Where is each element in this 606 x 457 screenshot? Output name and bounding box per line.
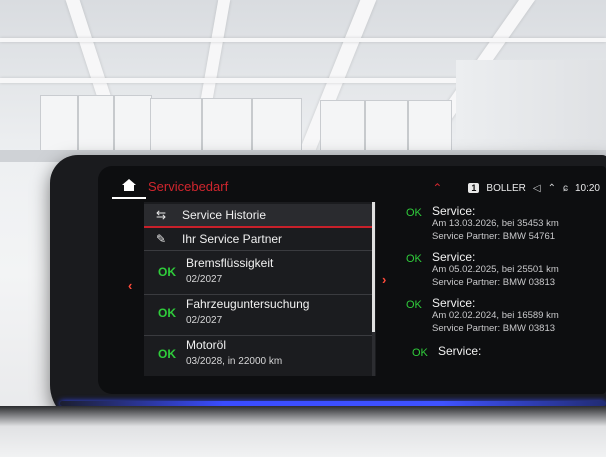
right-arrow-button[interactable]: › [382, 272, 386, 287]
signal-icon: ⌃ [547, 182, 556, 194]
service-partner-item[interactable]: ✎ Ihr Service Partner [144, 228, 372, 250]
history-title: Service: [432, 296, 476, 310]
history-date: Am 13.03.2026, bei 35453 km [432, 218, 559, 229]
history-title: Service: [432, 204, 476, 218]
history-title: Service: [438, 344, 482, 358]
ceiling-beam [0, 38, 606, 42]
chevron-up-icon[interactable]: ⌃ [432, 182, 442, 194]
history-partner: Service Partner: BMW 03813 [432, 323, 556, 334]
window [40, 95, 152, 157]
ok-badge: OK [158, 306, 176, 320]
history-partner: Service Partner: BMW 03813 [432, 277, 556, 288]
service-list-panel: ⇆ Service Historie ✎ Ihr Service Partner… [144, 202, 376, 376]
service-due: 03/2028, in 22000 km [186, 356, 283, 367]
status-text: BOLLER [486, 182, 526, 194]
screen-header: Servicebedarf ⌃ 1 BOLLER ◁ ⌃ ɕ 10:20 [98, 166, 606, 199]
home-tab-indicator [112, 197, 146, 199]
menu-item-label: Service Historie [182, 208, 267, 222]
history-title: Service: [432, 250, 476, 264]
history-entry: OK Service: Am 02.02.2024, bei 16589 km … [398, 296, 603, 340]
ok-badge: OK [158, 265, 176, 279]
volume-icon: ◁ [532, 182, 541, 194]
history-entry: OK Service: Am 13.03.2026, bei 35453 km … [398, 204, 603, 248]
ok-badge: OK [412, 347, 428, 359]
dashboard-trim [0, 406, 606, 457]
scrollbar[interactable] [372, 202, 375, 376]
status-bar: ⌃ 1 BOLLER ◁ ⌃ ɕ 10:20 [432, 180, 600, 196]
badge: 1 [468, 183, 480, 193]
home-icon[interactable] [122, 179, 136, 191]
service-due: 02/2027 [186, 274, 223, 285]
history-entry: OK Service: [398, 344, 603, 364]
service-name: Fahrzeuguntersuchung [186, 297, 310, 311]
connectivity-icon: ɕ [562, 182, 568, 194]
history-date: Am 05.02.2025, bei 25501 km [432, 264, 559, 275]
left-arrow-button[interactable]: ‹ [128, 278, 132, 293]
ok-badge: OK [406, 253, 422, 265]
service-name: Bremsflüssigkeit [186, 256, 274, 270]
history-entry: OK Service: Am 05.02.2025, bei 25501 km … [398, 250, 603, 294]
service-history-item[interactable]: ⇆ Service Historie [144, 204, 372, 228]
divider [144, 335, 372, 336]
clock: 10:20 [574, 182, 600, 194]
service-row[interactable]: OK Bremsflüssigkeit 02/2027 [144, 256, 372, 294]
history-date: Am 02.02.2024, bei 16589 km [432, 310, 559, 321]
service-row[interactable]: OK Fahrzeuguntersuchung 02/2027 [144, 297, 372, 335]
infotainment-screen: Servicebedarf ⌃ 1 BOLLER ◁ ⌃ ɕ 10:20 ‹ ›… [98, 166, 606, 394]
menu-item-label: Ihr Service Partner [182, 232, 283, 246]
window [150, 98, 302, 158]
car-service-icon: ⇆ [156, 208, 167, 222]
ok-badge: OK [406, 207, 422, 219]
service-due: 02/2027 [186, 315, 223, 326]
scroll-thumb[interactable] [372, 202, 375, 332]
service-name: Motoröl [186, 338, 227, 352]
ok-badge: OK [158, 347, 176, 361]
ok-badge: OK [406, 299, 422, 311]
divider [144, 294, 372, 295]
service-row[interactable]: OK Motoröl 03/2028, in 22000 km [144, 338, 372, 376]
divider [144, 250, 372, 251]
page-title: Servicebedarf [148, 179, 229, 194]
wrench-icon: ✎ [156, 232, 167, 246]
history-partner: Service Partner: BMW 54761 [432, 231, 556, 242]
